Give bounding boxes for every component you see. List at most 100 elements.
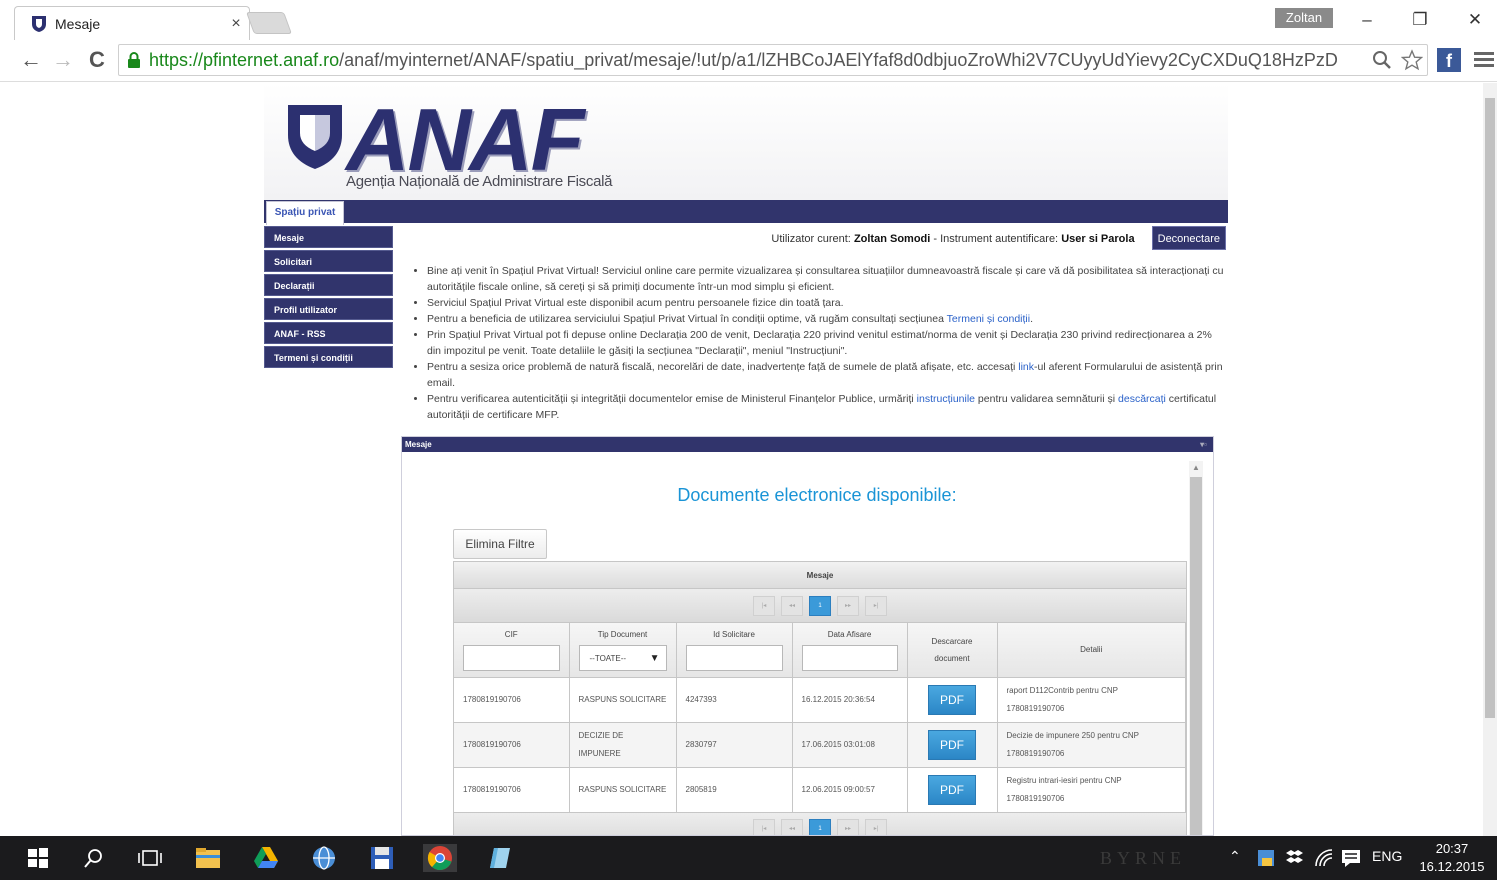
notes-app-icon[interactable] — [486, 844, 514, 872]
logo-subtitle: Agenția Națională de Administrare Fiscal… — [346, 173, 613, 190]
instructions-link[interactable]: instrucțiunile — [917, 393, 975, 405]
site-header: ANAF Agenția Națională de Administrare F… — [264, 83, 1228, 200]
task-view-icon — [138, 850, 162, 866]
date-filter-input[interactable] — [801, 645, 898, 671]
zoom-search-icon[interactable] — [1371, 49, 1393, 71]
pager-next-button[interactable]: ▸▸ — [837, 595, 859, 616]
tray-expand-icon[interactable]: ⌃ — [1229, 848, 1241, 865]
page-scrollbar[interactable] — [1483, 83, 1497, 836]
pdf-download-button[interactable]: PDF — [928, 774, 976, 805]
panel-scrollbar[interactable]: ▲ — [1189, 461, 1203, 835]
forward-button[interactable]: → — [48, 47, 78, 73]
file-explorer-icon[interactable] — [194, 844, 222, 872]
messages-table: CIF Tip Document --TOATE-- ▼ Id Solicitare… — [454, 623, 1186, 813]
download-certificate-link[interactable]: descărcați — [1118, 393, 1166, 405]
profile-button[interactable]: Zoltan — [1275, 8, 1333, 28]
pager-first-button[interactable]: |◂ — [753, 819, 775, 835]
tip-cell: DECIZIE DE IMPUNERE — [569, 722, 677, 768]
pager-prev-button[interactable]: ◂◂ — [781, 595, 803, 616]
panel-toggle-icon[interactable]: ▾▫ — [1200, 437, 1207, 452]
reload-button[interactable]: C — [82, 47, 112, 73]
windows-taskbar: BYRNE ⌃ ENG 20:37 16.12.2015 — [0, 836, 1497, 880]
pager-last-button[interactable]: ▸| — [865, 595, 887, 616]
date-cell: 16.12.2015 20:36:54 — [792, 677, 908, 723]
browser-tab[interactable]: Mesaje × — [14, 6, 250, 40]
pager-page-button[interactable]: 1 — [809, 595, 831, 616]
clear-filters-button[interactable]: Elimina Filtre — [453, 529, 547, 559]
back-button[interactable]: ← — [16, 47, 46, 73]
google-drive-icon[interactable] — [252, 844, 280, 872]
start-button[interactable] — [24, 844, 52, 872]
restore-button[interactable]: ❐ — [1405, 10, 1435, 30]
search-button[interactable] — [80, 844, 108, 872]
task-view-button[interactable] — [136, 844, 164, 872]
browser-menu-icon[interactable] — [1474, 52, 1494, 70]
tray-wifi-icon[interactable] — [1314, 849, 1334, 867]
tray-security-icon[interactable] — [1256, 848, 1276, 868]
date-cell: 17.06.2015 03:01:08 — [792, 722, 908, 768]
pager-page-button[interactable]: 1 — [809, 819, 831, 835]
details-cell: raport D112Contrib pentru CNP 1780819190… — [997, 677, 1186, 723]
save-floppy-icon[interactable] — [368, 844, 396, 872]
column-header-tip[interactable]: Tip Document --TOATE-- ▼ — [569, 623, 677, 678]
pager-first-button[interactable]: |◂ — [753, 595, 775, 616]
auth-label: - Instrument autentificare: — [933, 233, 1059, 245]
pager-next-button[interactable]: ▸▸ — [837, 819, 859, 835]
user-info-bar: Utilizator curent: Zoltan Somodi - Instr… — [664, 226, 1226, 250]
logout-button[interactable]: Deconectare — [1151, 226, 1226, 250]
facebook-extension-icon[interactable]: f — [1437, 48, 1461, 72]
column-header-detalii: Detalii — [997, 623, 1186, 678]
cif-cell: 1780819190706 — [454, 677, 570, 723]
panel-title: Mesaje — [405, 440, 432, 449]
new-tab-button[interactable] — [245, 12, 293, 34]
address-bar[interactable]: https://pfinternet.anaf.ro /anaf/myinter… — [118, 44, 1428, 76]
id-filter-input[interactable] — [685, 645, 783, 671]
minimize-button[interactable]: – — [1352, 10, 1382, 30]
column-header-descarcare: Descarcare document — [907, 623, 998, 678]
id-cell: 2805819 — [676, 767, 793, 813]
window-close-button[interactable]: ✕ — [1460, 10, 1490, 30]
windows-logo-icon — [28, 848, 48, 868]
browser-toolbar: ← → C https://pfinternet.anaf.ro /anaf/m… — [0, 40, 1497, 82]
welcome-info: Bine ați venit în Spațiul Privat Virtual… — [412, 263, 1226, 423]
sidebar-item-profil[interactable]: Profil utilizator — [264, 298, 393, 320]
column-header-data[interactable]: Data Afisare — [792, 623, 908, 678]
sidebar-item-termeni[interactable]: Termeni și condiții — [264, 346, 393, 368]
details-cell: Decizie de impunere 250 pentru CNP 17808… — [997, 722, 1186, 768]
anaf-site: ANAF Agenția Națională de Administrare F… — [264, 83, 1228, 836]
tray-dropbox-icon[interactable] — [1286, 848, 1304, 868]
sidebar-item-declaratii[interactable]: Declarații — [264, 274, 393, 296]
column-header-cif[interactable]: CIF — [454, 623, 570, 678]
cif-filter-input[interactable] — [463, 645, 560, 671]
terms-link[interactable]: Termeni și condiții — [947, 313, 1030, 325]
vpn-globe-icon[interactable] — [310, 844, 338, 872]
tray-clock[interactable]: 20:37 16.12.2015 — [1412, 840, 1492, 876]
column-header-id[interactable]: Id Solicitare — [676, 623, 793, 678]
sidebar-item-mesaje[interactable]: Mesaje — [264, 226, 393, 248]
sidebar-item-solicitari[interactable]: Solicitari — [264, 250, 393, 272]
bookmark-star-icon[interactable] — [1401, 49, 1423, 71]
page-viewport: ANAF Agenția Națională de Administrare F… — [0, 83, 1497, 836]
info-item: Bine ați venit în Spațiul Privat Virtual… — [427, 263, 1226, 295]
url-host: https://pfinternet.anaf.ro — [149, 49, 340, 70]
panel-header: Mesaje ▾▫ — [402, 437, 1213, 452]
sidebar-item-rss[interactable]: ANAF - RSS — [264, 322, 393, 344]
tray-notifications-icon[interactable] — [1341, 848, 1361, 868]
scroll-up-icon[interactable]: ▲ — [1192, 463, 1200, 472]
sidebar-menu: Mesaje Solicitari Declarații Profil util… — [264, 226, 393, 370]
tab-spatiu-privat[interactable]: Spațiu privat — [266, 201, 344, 225]
auth-value: User si Parola — [1061, 233, 1135, 245]
pdf-download-button[interactable]: PDF — [928, 729, 976, 760]
cif-cell: 1780819190706 — [454, 767, 570, 813]
table-row: 1780819190706 DECIZIE DE IMPUNERE 283079… — [454, 722, 1186, 768]
pdf-download-button[interactable]: PDF — [928, 684, 976, 715]
grid-caption: Mesaje — [454, 562, 1186, 589]
tip-filter-select[interactable]: --TOATE-- ▼ — [578, 645, 667, 671]
tray-language[interactable]: ENG — [1372, 848, 1402, 864]
id-cell: 2830797 — [676, 722, 793, 768]
pager-prev-button[interactable]: ◂◂ — [781, 819, 803, 835]
pager-last-button[interactable]: ▸| — [865, 819, 887, 835]
tab-close-icon[interactable]: × — [223, 15, 249, 33]
support-link[interactable]: link — [1018, 361, 1034, 373]
chrome-taskbar-icon[interactable] — [423, 844, 457, 872]
